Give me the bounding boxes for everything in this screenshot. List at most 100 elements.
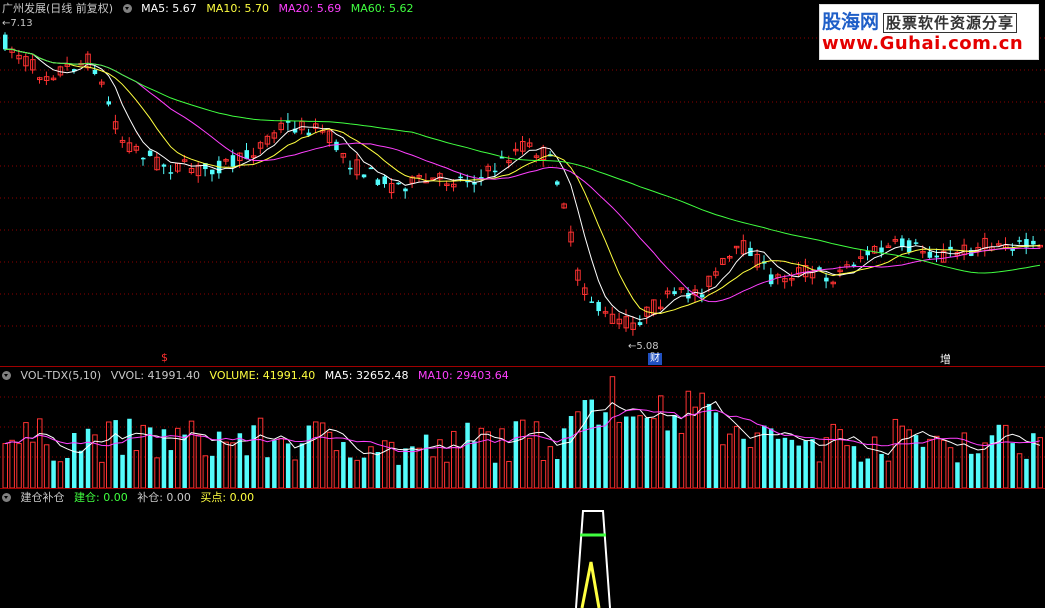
volume-bar <box>57 461 64 488</box>
candlestick <box>112 114 119 134</box>
event-marker-finance[interactable]: 财 <box>648 353 662 365</box>
volume-bar <box>658 395 664 488</box>
volume-bar <box>272 440 277 488</box>
volume-bar <box>616 421 623 488</box>
volume-bar <box>430 456 436 488</box>
candlestick <box>900 235 905 251</box>
volume-bar <box>492 462 498 488</box>
candlestick <box>858 249 864 263</box>
volume-bar <box>775 438 781 488</box>
volume-bar <box>251 425 256 488</box>
candlestick <box>3 32 8 52</box>
candlestick <box>9 46 15 59</box>
ma60-label: MA60: 5.62 <box>350 2 414 15</box>
candlestick <box>78 60 84 66</box>
add-position-label: 补仓: 0.00 <box>137 491 191 504</box>
candlestick <box>568 225 574 247</box>
position-indicator-panel[interactable]: 建仓补仓 建仓: 0.00 补仓: 0.00 买点: 0.00 <box>0 488 1045 608</box>
volume-bar <box>43 444 50 488</box>
candlestick <box>292 121 298 135</box>
volume-chart-panel[interactable]: VOL-TDX(5,10) VVOL: 41991.40 VOLUME: 419… <box>0 366 1045 488</box>
volume-bar <box>188 420 195 488</box>
volume-bar <box>175 427 181 488</box>
indicator-menu-icon[interactable] <box>122 3 132 13</box>
candlestick <box>161 163 167 175</box>
indicator-menu-icon[interactable] <box>2 492 11 502</box>
ma10-label: MA10: 5.70 <box>206 2 270 15</box>
volume-bar <box>865 458 870 488</box>
volume-bar <box>810 439 815 488</box>
volume-bar <box>624 416 629 488</box>
volume-bar <box>2 443 8 488</box>
position-indicator-chart[interactable] <box>0 489 1045 608</box>
volume-bar <box>540 460 547 488</box>
volume-bars-chart[interactable] <box>0 367 1045 488</box>
indicator-legend: 建仓补仓 建仓: 0.00 补仓: 0.00 买点: 0.00 <box>2 490 260 506</box>
high-price-label: ←7.13 <box>2 18 33 29</box>
vol-ma5-label: MA5: 32652.48 <box>324 369 409 382</box>
candlestick <box>147 149 153 157</box>
price-chart-panel[interactable]: 广州发展(日线 前复权) MA5: 5.67 MA10: 5.70 MA20: … <box>0 0 1045 366</box>
volume-bar <box>230 442 236 488</box>
volume-bar <box>796 445 801 488</box>
event-marker-increase[interactable]: 增 <box>940 351 951 367</box>
candlestick <box>1017 236 1022 245</box>
volume-bar <box>23 422 29 488</box>
candlestick <box>892 235 899 245</box>
candlestick <box>913 238 919 246</box>
volume-bar <box>478 427 485 488</box>
build-position-label: 建仓: 0.00 <box>74 491 128 504</box>
event-marker-dollar[interactable]: $ <box>161 351 168 364</box>
volume-bar <box>885 460 892 488</box>
candlestick <box>168 165 174 180</box>
guhai-logo: 股海网 股票软件资源分享 www.Guhai.com.cn <box>819 4 1039 60</box>
volume-bar <box>9 439 15 488</box>
volume-bar <box>975 453 981 488</box>
indicator-menu-icon[interactable] <box>2 370 11 380</box>
logo-url: www.Guhai.com.cn <box>822 33 1024 54</box>
signal-outline <box>575 510 611 608</box>
ma20-label: MA20: 5.69 <box>278 2 342 15</box>
volume-bar <box>816 461 823 488</box>
volume-bar <box>1031 433 1036 488</box>
volume-bar <box>265 457 270 488</box>
candlestick <box>119 136 126 148</box>
volume-bar <box>51 460 56 488</box>
candlestick <box>437 171 443 187</box>
volume-bar <box>596 424 601 488</box>
volume-bar <box>257 417 264 488</box>
volume-bar <box>423 434 429 488</box>
candlestick <box>388 178 395 199</box>
candlestick <box>526 138 533 149</box>
candlestick <box>223 157 229 165</box>
candlestick <box>589 296 594 303</box>
volume-bar <box>403 448 408 488</box>
volume-bar <box>892 418 899 488</box>
volume-bar <box>106 421 112 488</box>
volume-bar <box>678 432 685 488</box>
volume-bar <box>934 435 940 488</box>
candlestick <box>403 187 408 199</box>
volume-bar <box>37 418 43 488</box>
volume-bar <box>154 457 160 488</box>
candlestick <box>748 241 753 257</box>
candlestick <box>713 267 719 279</box>
candlestick <box>23 53 29 72</box>
volume-bar <box>444 461 450 488</box>
volume-bar <box>292 459 298 488</box>
volume-indicator-title: VOL-TDX(5,10) <box>20 369 102 382</box>
volume-bar <box>65 457 70 488</box>
candlestick <box>92 65 98 76</box>
volume-label: VOLUME: 41991.40 <box>209 369 316 382</box>
candlestick <box>175 162 181 174</box>
volume-bar <box>1024 458 1029 488</box>
volume-bar <box>947 447 954 488</box>
candlestick <box>43 71 50 86</box>
candlestick <box>210 169 215 182</box>
candlestick <box>375 177 381 187</box>
stock-title: 广州发展(日线 前复权) <box>2 2 114 15</box>
candlestick <box>637 315 643 327</box>
volume-bar <box>410 446 415 488</box>
volume-bar <box>299 443 305 488</box>
candlestick <box>754 249 761 271</box>
